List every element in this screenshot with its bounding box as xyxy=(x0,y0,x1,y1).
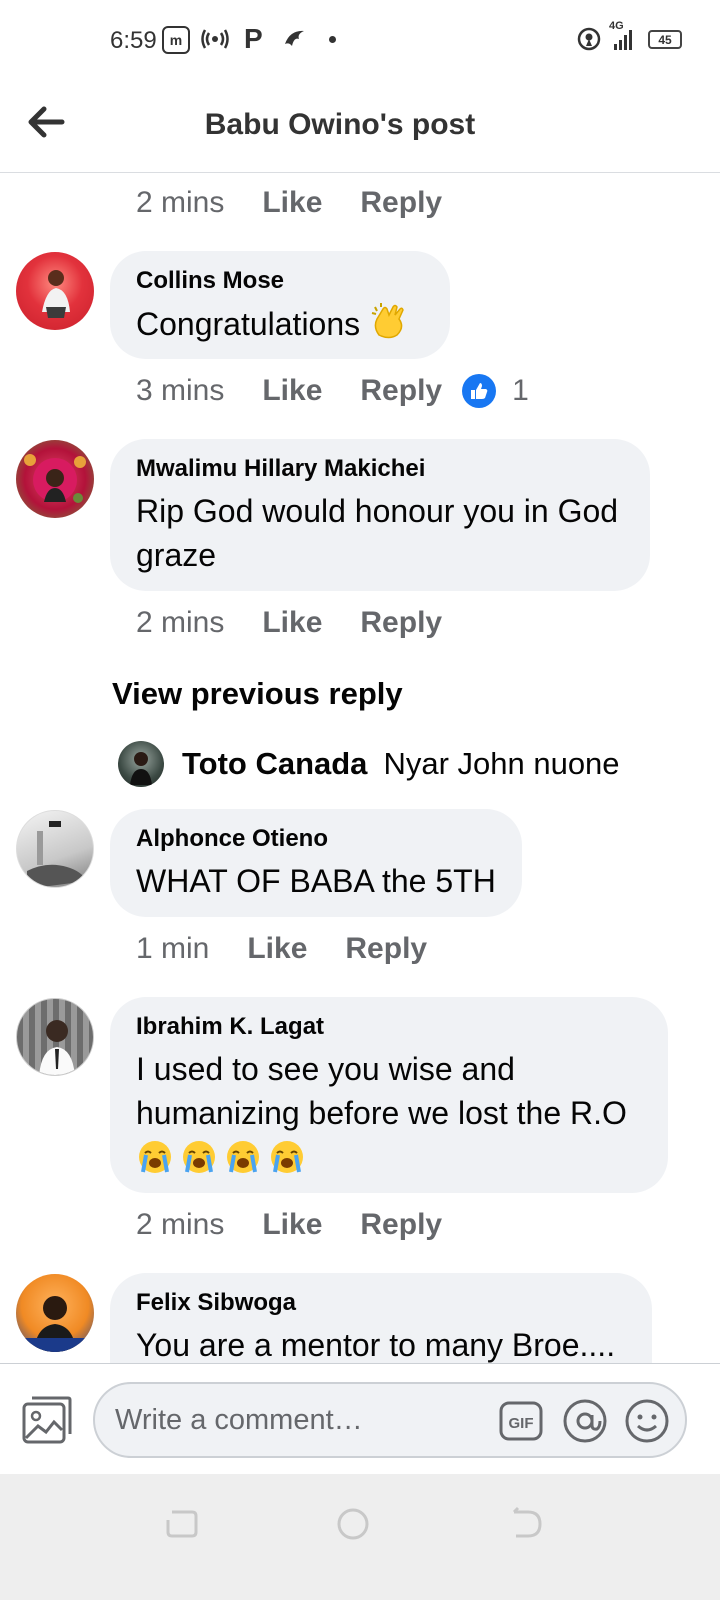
comment-author[interactable]: Collins Mose xyxy=(136,267,424,295)
comment-author[interactable]: Felix Sibwoga xyxy=(136,1289,626,1317)
comments-feed[interactable]: 2 mins Like Reply Collins Mose Congratul… xyxy=(0,174,720,1363)
comment-time: 3 mins xyxy=(136,374,225,407)
reply-text: Nyar John nuone xyxy=(383,746,620,781)
app-badge-icon: m xyxy=(162,26,190,54)
loudly-crying-face-icon xyxy=(139,1141,171,1173)
view-previous-reply-link[interactable]: View previous reply xyxy=(112,676,403,712)
like-button[interactable]: Like xyxy=(262,1208,322,1242)
reply-button[interactable]: Reply xyxy=(345,932,427,966)
comment-time: 1 min xyxy=(136,932,210,965)
comment-time: 2 mins xyxy=(136,186,225,219)
page-title: Babu Owino's post xyxy=(204,108,476,141)
avatar[interactable] xyxy=(16,252,94,330)
comment-author[interactable]: Ibrahim K. Lagat xyxy=(136,1013,642,1041)
photo-icon xyxy=(22,1396,72,1444)
post-header: Babu Owino's post xyxy=(0,80,720,173)
comment-text: Rip God would honour you in God graze xyxy=(136,493,619,573)
clapping-hands-icon xyxy=(369,301,409,352)
comment-time: 2 mins xyxy=(136,1208,225,1241)
emoji-icon xyxy=(625,1399,669,1443)
hotspot-icon xyxy=(576,26,602,52)
comment-bubble[interactable]: Mwalimu Hillary Makichei Rip God would h… xyxy=(110,439,650,591)
comment-meta: 2 mins Like Reply xyxy=(136,1208,442,1242)
dot-icon xyxy=(329,36,336,43)
comment-text: Congratulations xyxy=(136,305,361,342)
gif-button[interactable]: GIF xyxy=(498,1398,544,1444)
p-icon: P xyxy=(244,23,263,54)
home-icon xyxy=(337,1508,369,1540)
comment-author[interactable]: Mwalimu Hillary Makichei xyxy=(136,455,624,483)
reply-button[interactable]: Reply xyxy=(360,374,442,408)
loudly-crying-face-icon xyxy=(183,1141,215,1173)
mention-icon xyxy=(563,1399,607,1443)
home-button[interactable] xyxy=(333,1504,373,1544)
status-bar: 6:59 m P 4G 45 xyxy=(0,0,720,80)
bird-icon xyxy=(282,26,308,52)
like-button[interactable]: Like xyxy=(262,186,322,220)
like-reaction-icon[interactable] xyxy=(462,374,497,408)
emoji-row xyxy=(136,1135,642,1179)
comment-meta: 1 min Like Reply xyxy=(136,932,427,966)
like-button[interactable]: Like xyxy=(262,606,322,640)
emoji-button[interactable] xyxy=(624,1398,670,1444)
status-time: 6:59 xyxy=(110,27,157,54)
reply-author[interactable]: Toto Canada xyxy=(182,746,367,782)
gif-icon: GIF xyxy=(499,1401,543,1441)
gif-label: GIF xyxy=(509,1415,534,1432)
reply-button[interactable]: Reply xyxy=(360,186,442,220)
avatar[interactable] xyxy=(16,998,94,1076)
avatar[interactable] xyxy=(16,440,94,518)
recents-button[interactable] xyxy=(162,1504,202,1544)
comment-bubble[interactable]: Alphonce Otieno WHAT OF BABA the 5TH xyxy=(110,809,522,917)
wireless-icon xyxy=(200,26,230,52)
mention-button[interactable] xyxy=(562,1398,608,1444)
comment-time: 2 mins xyxy=(136,606,225,639)
avatar[interactable] xyxy=(16,810,94,888)
like-button[interactable]: Like xyxy=(262,374,322,408)
battery-icon: 45 xyxy=(648,30,682,49)
reply-button[interactable]: Reply xyxy=(360,606,442,640)
photo-button[interactable] xyxy=(20,1394,74,1446)
comment-bubble[interactable]: Ibrahim K. Lagat I used to see you wise … xyxy=(110,997,668,1193)
comment-text: You are a mentor to many Broe.... xyxy=(136,1327,616,1363)
comment-text: I used to see you wise and humanizing be… xyxy=(136,1051,627,1131)
comment-meta: 2 mins Like Reply xyxy=(136,606,442,640)
reply-preview[interactable]: Toto Canada Nyar John nuone xyxy=(118,740,620,788)
avatar[interactable] xyxy=(118,741,164,787)
comment-meta: 3 mins Like Reply 1 xyxy=(136,374,529,408)
comment-bubble[interactable]: Felix Sibwoga You are a mentor to many B… xyxy=(110,1273,652,1363)
signal-icon xyxy=(614,28,632,50)
comment-meta: 2 mins Like Reply xyxy=(136,186,442,220)
system-nav-bar xyxy=(0,1474,720,1600)
comment-author[interactable]: Alphonce Otieno xyxy=(136,825,496,853)
comment-composer: GIF xyxy=(0,1363,720,1474)
back-icon xyxy=(512,1506,542,1538)
battery-level: 45 xyxy=(658,32,672,47)
reaction-count: 1 xyxy=(512,374,529,407)
loudly-crying-face-icon xyxy=(227,1141,259,1173)
loudly-crying-face-icon xyxy=(271,1141,303,1173)
comment-text: WHAT OF BABA the 5TH xyxy=(136,863,496,899)
comment-bubble[interactable]: Collins Mose Congratulations xyxy=(110,251,450,359)
nav-back-button[interactable] xyxy=(506,1504,546,1544)
recents-icon xyxy=(166,1510,198,1538)
reply-button[interactable]: Reply xyxy=(360,1208,442,1242)
like-button[interactable]: Like xyxy=(247,932,307,966)
avatar[interactable] xyxy=(16,1274,94,1352)
